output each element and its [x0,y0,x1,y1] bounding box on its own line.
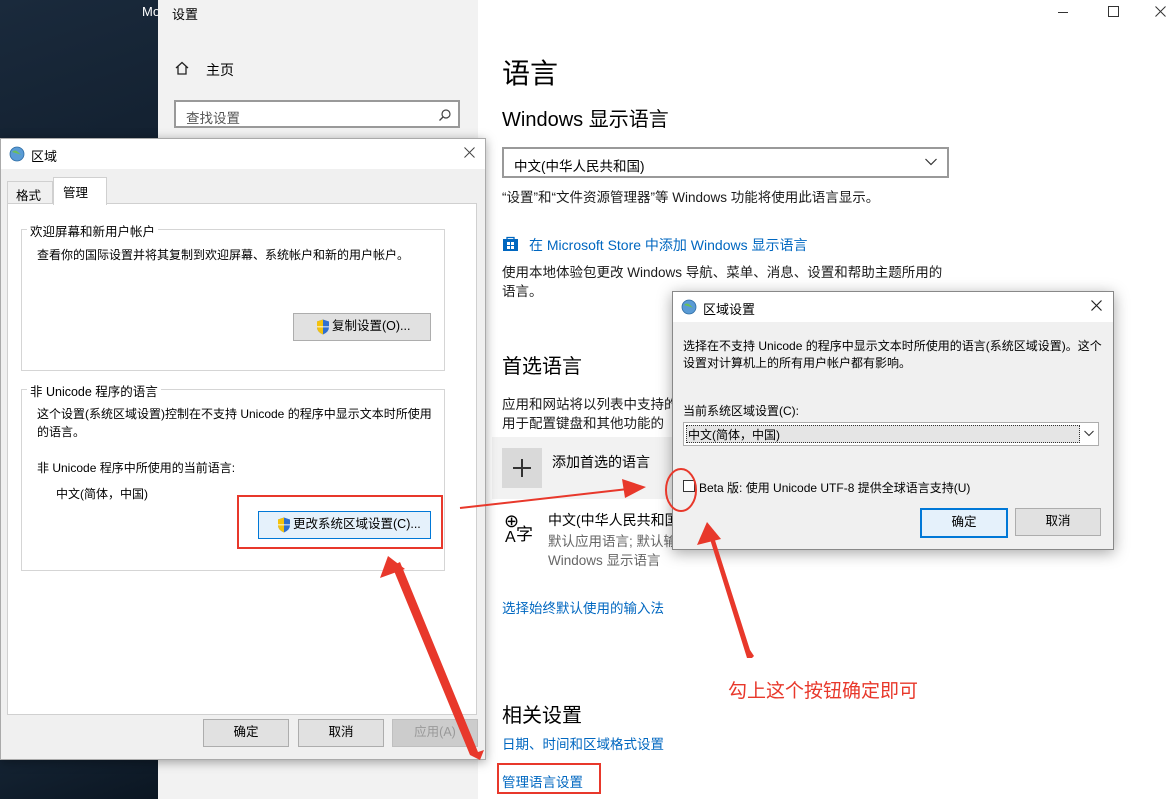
annotation-overlay [380,468,754,760]
annotation-arrow-line [392,562,484,760]
tab-manage[interactable]: 管理 [53,177,107,205]
annotation-arrow-line [459,488,629,509]
annotation-arrow-head [622,479,646,498]
highlight-circle-checkbox [665,468,697,512]
annotation-arrow-head [697,522,721,545]
annotation-text: 勾上这个按钮确定即可 [728,681,919,702]
annotation-arrow-line [709,534,754,658]
tab-manage-label: 管理 [63,186,89,200]
